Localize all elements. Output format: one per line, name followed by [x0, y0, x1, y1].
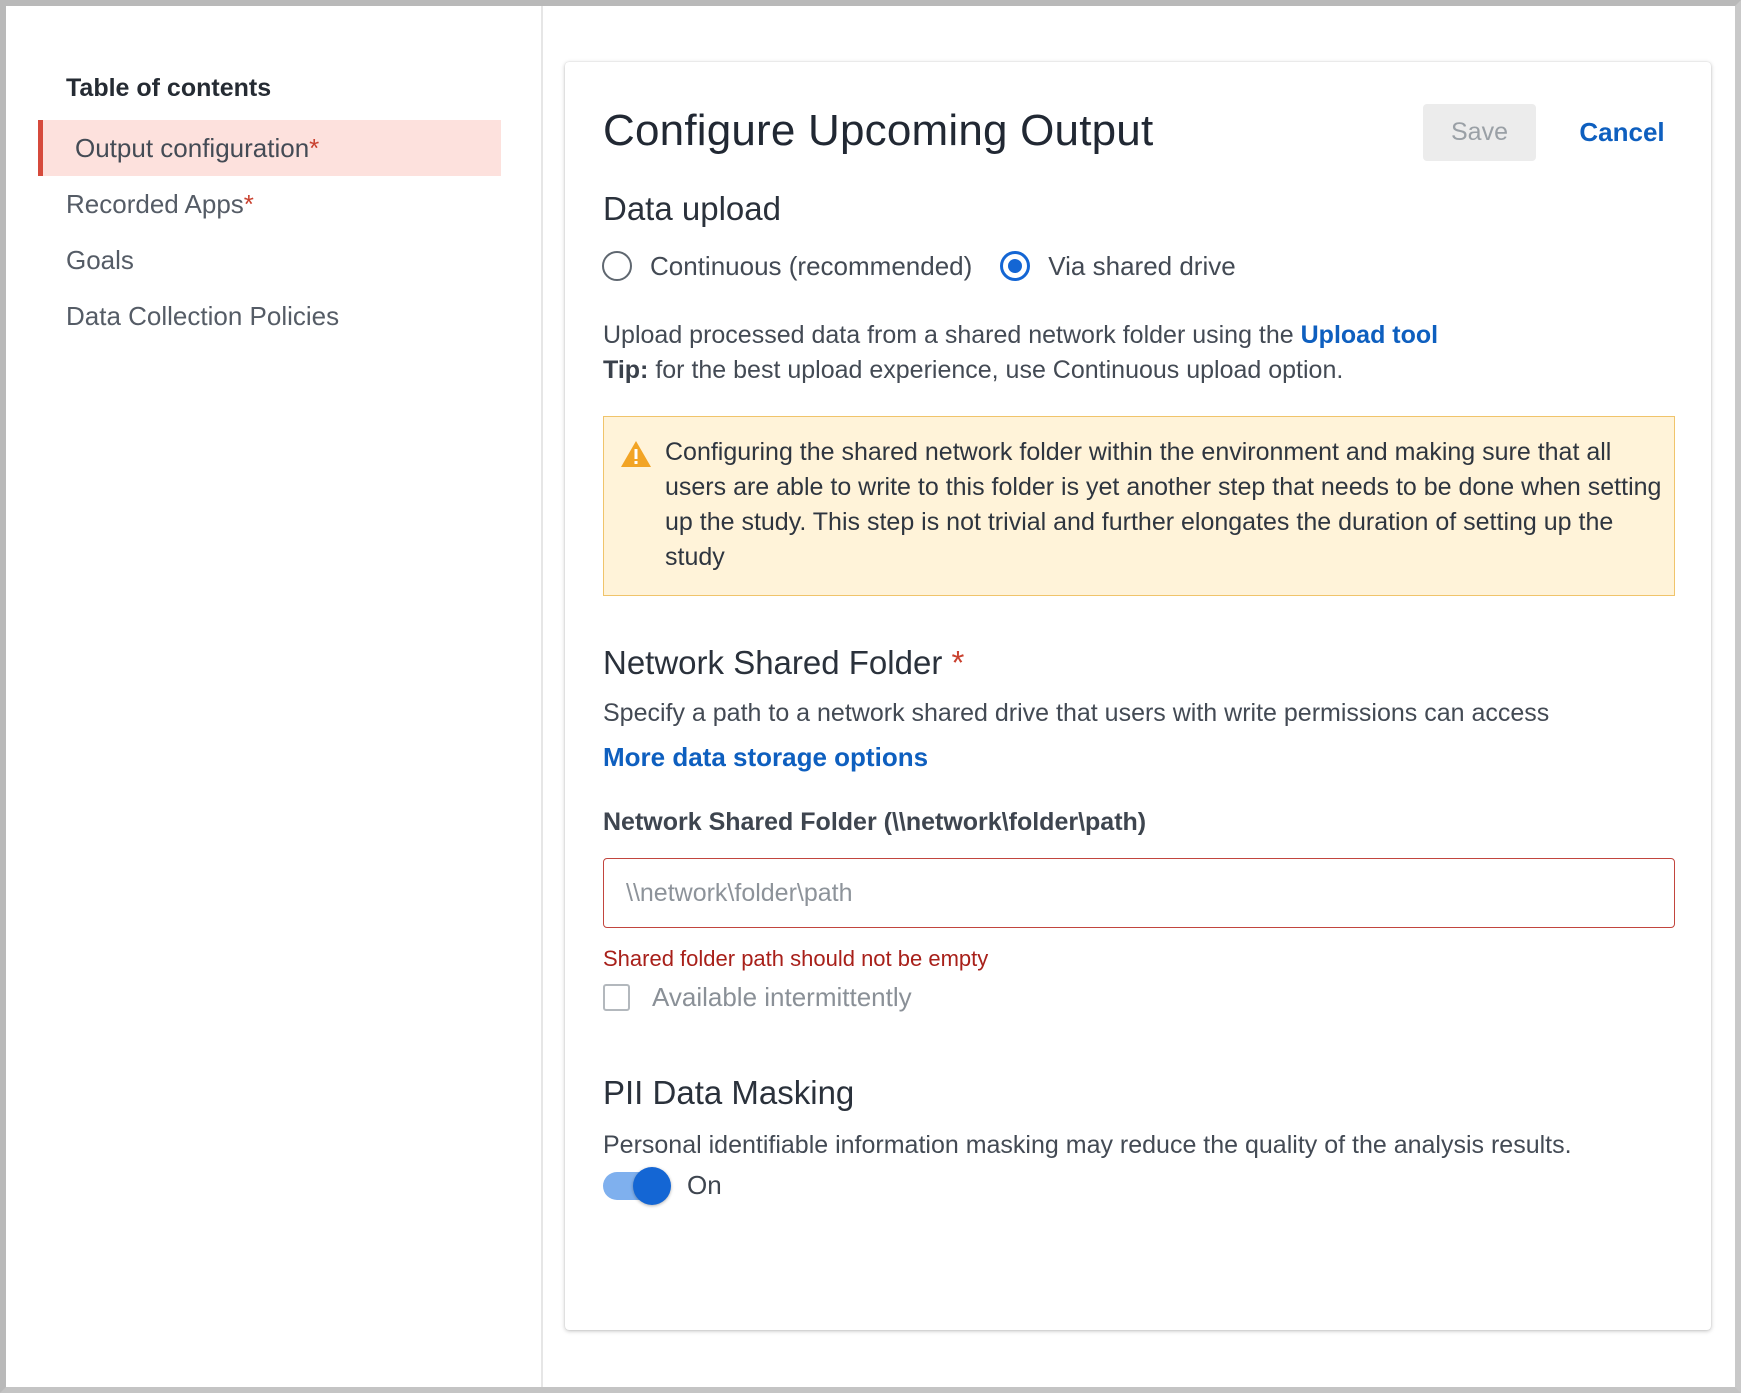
warning-text: Configuring the shared network folder wi…: [665, 438, 1662, 571]
upload-tool-link[interactable]: Upload tool: [1301, 321, 1438, 349]
toc-item-label: Data Collection Policies: [66, 301, 340, 331]
app-frame: Table of contents Output configuration* …: [0, 0, 1741, 1393]
required-asterisk: *: [951, 644, 965, 681]
configure-output-panel: Configure Upcoming Output Save Cancel Da…: [565, 62, 1711, 1330]
toc-title: Table of contents: [66, 74, 272, 102]
radio-label: Via shared drive: [1048, 250, 1236, 281]
more-data-storage-options-link[interactable]: More data storage options: [603, 740, 928, 775]
network-folder-description: Specify a path to a network shared drive…: [603, 699, 1550, 727]
radio-button[interactable]: [602, 251, 632, 281]
checkbox-label: Available intermittently: [652, 982, 912, 1012]
network-folder-heading-text: Network Shared Folder: [603, 644, 943, 681]
table-of-contents-sidebar: Table of contents Output configuration* …: [6, 6, 543, 1387]
toc-item-output-configuration[interactable]: Output configuration*: [38, 120, 501, 176]
network-folder-heading: Network Shared Folder *: [603, 644, 964, 682]
data-upload-heading: Data upload: [603, 190, 781, 227]
network-folder-error: Shared folder path should not be empty: [603, 946, 989, 971]
upload-description-text: Upload processed data from a shared netw…: [603, 321, 1301, 349]
pii-description: Personal identifiable information maskin…: [603, 1131, 1572, 1159]
available-intermittently-checkbox[interactable]: [603, 984, 630, 1011]
tip-text: for the best upload experience, use Cont…: [648, 356, 1344, 384]
toc-item-recorded-apps[interactable]: Recorded Apps*: [38, 176, 501, 232]
required-asterisk: *: [243, 189, 254, 219]
data-upload-radio-group: Continuous (recommended) Via shared driv…: [602, 246, 1236, 286]
pii-toggle-row[interactable]: On: [603, 1166, 722, 1205]
toc-item-label: Output configuration: [75, 133, 310, 163]
tip-label: Tip:: [603, 356, 649, 384]
warning-banner: Configuring the shared network folder wi…: [603, 416, 1675, 596]
toggle-label: On: [687, 1170, 722, 1200]
pii-masking-toggle[interactable]: [603, 1166, 671, 1205]
toggle-thumb[interactable]: [633, 1166, 671, 1205]
cancel-button[interactable]: Cancel: [1561, 104, 1683, 161]
network-folder-input[interactable]: [603, 858, 1675, 928]
required-asterisk: *: [309, 133, 320, 163]
available-intermittently-option[interactable]: Available intermittently: [603, 982, 912, 1013]
toc-item-data-collection-policies[interactable]: Data Collection Policies: [38, 288, 501, 344]
network-folder-field-label: Network Shared Folder (\\network\folder\…: [603, 808, 1147, 836]
data-upload-description: Upload processed data from a shared netw…: [603, 318, 1438, 388]
toc-item-goals[interactable]: Goals: [38, 232, 501, 288]
save-button[interactable]: Save: [1423, 104, 1536, 161]
pii-heading: PII Data Masking: [603, 1074, 855, 1111]
warning-triangle-icon: [621, 441, 651, 467]
radio-option-continuous[interactable]: Continuous (recommended): [602, 251, 972, 282]
radio-option-shared-drive[interactable]: Via shared drive: [1000, 250, 1236, 282]
radio-label: Continuous (recommended): [650, 250, 973, 281]
toc-item-label: Recorded Apps: [66, 189, 244, 219]
radio-button-selected[interactable]: [1000, 251, 1031, 281]
page-title: Configure Upcoming Output: [603, 106, 1154, 155]
toc-item-label: Goals: [66, 245, 134, 275]
